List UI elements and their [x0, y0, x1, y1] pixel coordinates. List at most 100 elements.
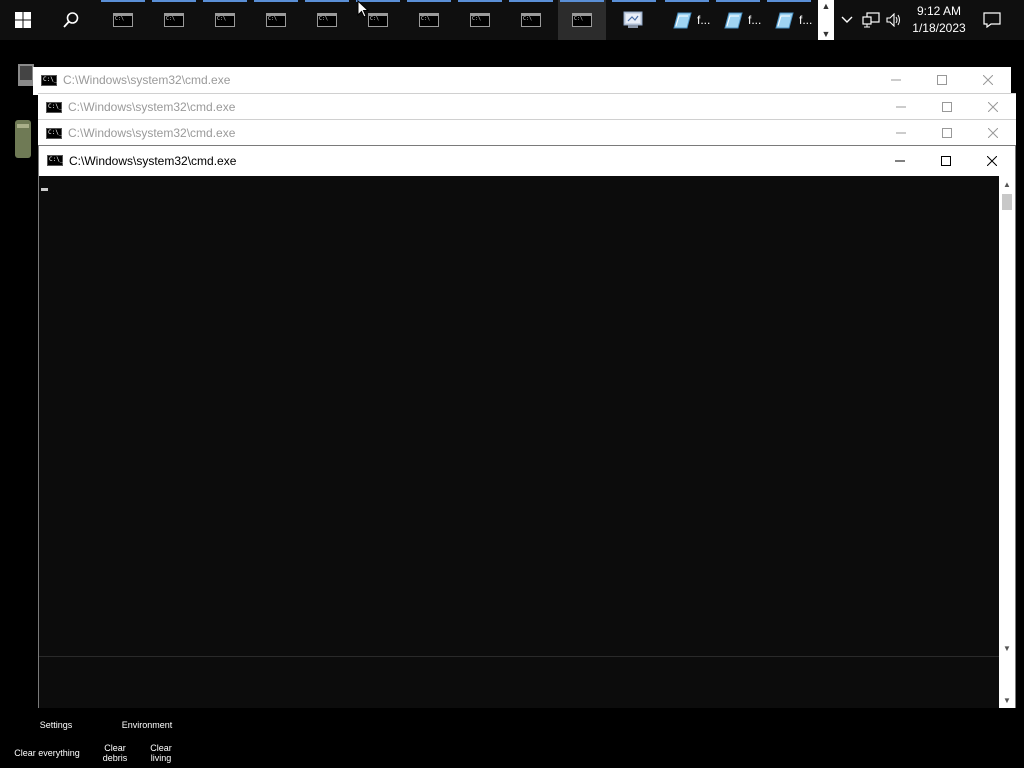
scrollbar-thumb[interactable]	[1002, 194, 1012, 210]
close-icon	[988, 128, 998, 138]
close-button[interactable]	[965, 67, 1011, 93]
close-button[interactable]	[969, 146, 1015, 176]
minimize-icon	[896, 132, 906, 134]
taskbar-cmd-app[interactable]	[405, 0, 453, 40]
taskbar-overflow-scroll[interactable]: ▲ ▼	[818, 0, 834, 40]
taskbar: f... f... f... ▲ ▼ 9:12 AM 1/18/2023	[0, 0, 1024, 40]
minimize-button[interactable]	[878, 120, 924, 146]
window-title: C:\Windows\system32\cmd.exe	[63, 73, 231, 87]
cmd-icon	[572, 13, 592, 27]
start-button[interactable]	[0, 0, 46, 40]
cmd-window-2[interactable]: C:\Windows\system32\cmd.exe	[38, 93, 1016, 121]
mouse-cursor-icon	[357, 0, 369, 18]
desktop-recycle-bin-icon[interactable]	[12, 116, 34, 162]
cmd-window-1[interactable]: C:\Windows\system32\cmd.exe	[33, 67, 1011, 95]
console-divider	[39, 656, 999, 657]
close-icon	[988, 102, 998, 112]
cmd-icon	[470, 13, 490, 27]
environment-tab[interactable]: Environment	[116, 720, 178, 730]
close-button[interactable]	[970, 120, 1016, 146]
search-button[interactable]	[48, 0, 94, 40]
chevron-up-icon: ▲	[1003, 179, 1011, 189]
scroll-up-button[interactable]: ▲	[999, 176, 1015, 192]
volume-icon	[886, 13, 900, 27]
maximize-icon	[937, 75, 947, 85]
console-output[interactable]	[39, 176, 999, 708]
window-title: C:\Windows\system32\cmd.exe	[68, 100, 236, 114]
minimize-icon	[896, 106, 906, 108]
vertical-scrollbar[interactable]: ▲ ▼ ▼	[999, 176, 1015, 708]
taskbar-ff-app-3[interactable]: f...	[765, 0, 813, 40]
cmd-icon	[368, 13, 388, 27]
minimize-icon	[895, 160, 905, 162]
scroll-down-button-lower[interactable]: ▼	[999, 692, 1015, 708]
maximize-icon	[942, 102, 952, 112]
clock-time: 9:12 AM	[916, 4, 962, 18]
cmd-icon	[46, 128, 62, 139]
folder-pen-icon	[724, 12, 743, 29]
clear-everything-button[interactable]: Clear everything	[8, 748, 86, 758]
window-titlebar[interactable]: C:\Windows\system32\cmd.exe	[39, 146, 1015, 176]
taskbar-ff-app-1[interactable]: f...	[663, 0, 711, 40]
cmd-icon	[521, 13, 541, 27]
action-center-button[interactable]	[978, 0, 1006, 40]
window-titlebar[interactable]: C:\Windows\system32\cmd.exe	[33, 67, 1011, 93]
maximize-icon	[942, 128, 952, 138]
minimize-button[interactable]	[873, 67, 919, 93]
cmd-icon	[113, 13, 133, 27]
cmd-icon	[46, 102, 62, 113]
close-icon	[983, 75, 993, 85]
windows-logo-icon	[15, 12, 31, 28]
maximize-button[interactable]	[919, 67, 965, 93]
control-panel-icon	[623, 11, 643, 28]
chevron-down-icon	[841, 16, 853, 23]
notification-icon	[983, 12, 1001, 28]
taskbar-cmd-app[interactable]	[252, 0, 300, 40]
taskbar-control-panel-app[interactable]	[610, 0, 658, 40]
maximize-button[interactable]	[924, 94, 970, 120]
tray-show-hidden-button[interactable]	[838, 0, 856, 40]
cmd-icon	[266, 13, 286, 27]
chevron-down-icon[interactable]: ▼	[822, 28, 831, 40]
taskbar-ff-app-2[interactable]: f...	[714, 0, 762, 40]
folder-pen-icon	[775, 12, 794, 29]
close-button[interactable]	[970, 94, 1016, 120]
tray-network-button[interactable]	[860, 0, 882, 40]
minimize-icon	[891, 79, 901, 81]
cmd-icon	[317, 13, 337, 27]
cmd-icon	[419, 13, 439, 27]
cmd-window-3[interactable]: C:\Windows\system32\cmd.exe	[38, 119, 1016, 147]
window-titlebar[interactable]: C:\Windows\system32\cmd.exe	[38, 120, 1016, 146]
window-title: C:\Windows\system32\cmd.exe	[69, 154, 237, 168]
minimize-button[interactable]	[877, 146, 923, 176]
taskbar-cmd-app[interactable]	[303, 0, 351, 40]
cmd-window-active[interactable]: C:\Windows\system32\cmd.exe ▲ ▼ ▼	[38, 145, 1016, 708]
chevron-up-icon[interactable]: ▲	[822, 0, 831, 12]
folder-pen-icon	[673, 12, 692, 29]
window-titlebar[interactable]: C:\Windows\system32\cmd.exe	[38, 94, 1016, 120]
maximize-button[interactable]	[924, 120, 970, 146]
taskbar-cmd-app[interactable]	[456, 0, 504, 40]
window-title: C:\Windows\system32\cmd.exe	[68, 126, 236, 140]
close-icon	[987, 156, 997, 166]
settings-tab[interactable]: Settings	[34, 720, 78, 730]
taskbar-cmd-app[interactable]	[507, 0, 555, 40]
clear-debris-button[interactable]: Clear debris	[98, 743, 132, 763]
cmd-icon	[47, 155, 63, 166]
taskbar-ff-label: f...	[697, 13, 711, 27]
taskbar-clock[interactable]: 9:12 AM 1/18/2023	[906, 0, 972, 40]
taskbar-cmd-app[interactable]	[150, 0, 198, 40]
scroll-down-button[interactable]: ▼	[999, 640, 1015, 656]
maximize-button[interactable]	[923, 146, 969, 176]
network-icon	[862, 12, 880, 28]
clear-living-button[interactable]: Clear living	[144, 743, 178, 763]
chevron-down-icon: ▼	[1003, 643, 1011, 653]
tray-volume-button[interactable]	[884, 0, 904, 40]
taskbar-cmd-app[interactable]	[201, 0, 249, 40]
console-cursor	[41, 188, 48, 191]
minimize-button[interactable]	[878, 94, 924, 120]
cmd-icon	[164, 13, 184, 27]
taskbar-cmd-app[interactable]	[99, 0, 147, 40]
taskbar-cmd-app-active[interactable]	[558, 0, 606, 40]
taskbar-ff-label: f...	[748, 13, 762, 27]
